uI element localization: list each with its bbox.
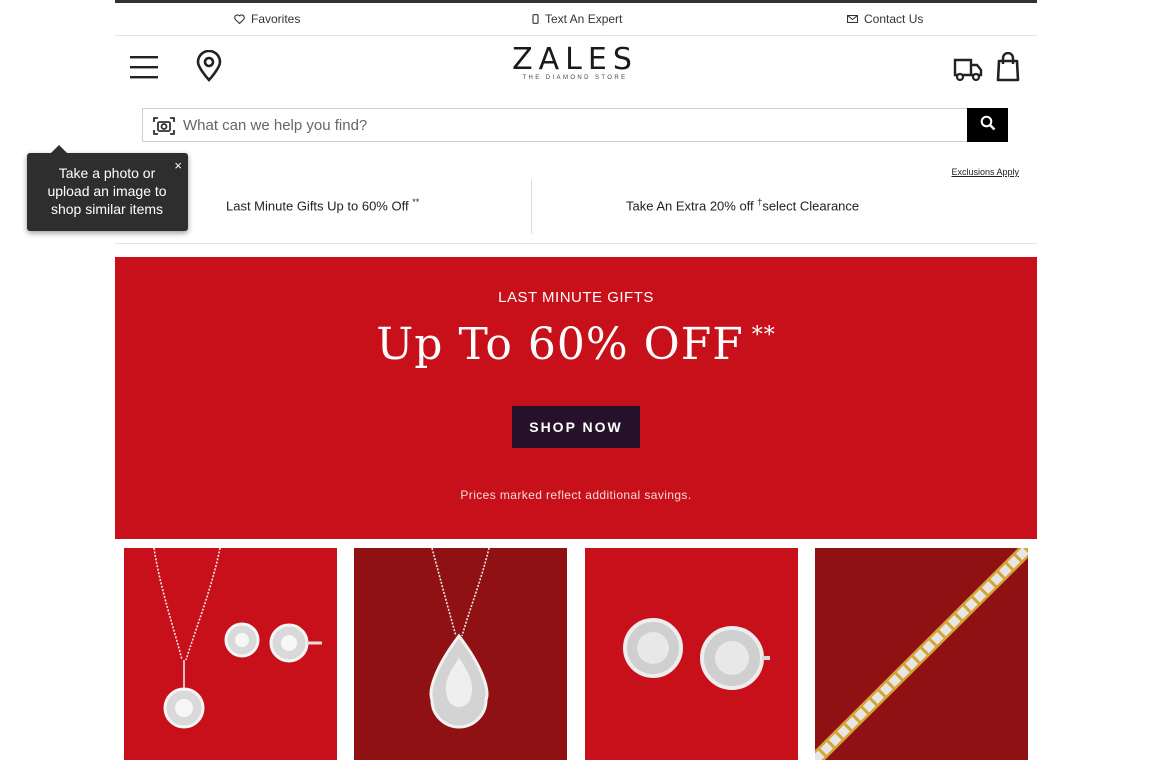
tooltip-text: Take a photo or upload an image to shop … (47, 165, 167, 217)
logo-wordmark: ZALES (512, 42, 638, 77)
tennis-bracelet-image[interactable] (815, 548, 1028, 760)
text-expert-link[interactable]: Text An Expert (532, 12, 622, 26)
page: Favorites Text An Expert Contact Us ZALE… (115, 0, 1037, 768)
promo-1-mark: ** (412, 197, 420, 207)
promo-last-minute-gifts[interactable]: Last Minute Gifts Up to 60% Off ** (226, 197, 419, 213)
promo-strip: Last Minute Gifts Up to 60% Off ** Take … (115, 180, 1037, 235)
promo-1-text: Last Minute Gifts Up to 60% Off (226, 198, 409, 214)
site-header: ZALES THE DIAMOND STORE (115, 36, 1037, 102)
utility-bar: Favorites Text An Expert Contact Us (115, 3, 1037, 36)
search-icon (980, 115, 996, 136)
visual-search-camera-icon[interactable] (153, 116, 175, 136)
necklace-and-earrings-set-image[interactable] (124, 548, 337, 760)
hero-eyebrow: LAST MINUTE GIFTS (498, 289, 654, 306)
phone-icon (532, 14, 539, 24)
heart-icon (234, 14, 245, 24)
hero-banner[interactable]: LAST MINUTE GIFTS Up To 60% OFF ** SHOP N… (115, 257, 1037, 539)
hero-fine-print: Prices marked reflect additional savings… (460, 488, 692, 502)
close-icon[interactable]: × (174, 159, 182, 172)
favorites-label: Favorites (251, 12, 301, 26)
pear-pendant-image[interactable] (354, 548, 567, 760)
delivery-truck-icon[interactable] (953, 56, 983, 82)
shop-now-button[interactable]: SHOP NOW (512, 406, 640, 448)
promo-divider (531, 180, 532, 234)
contact-us-link[interactable]: Contact Us (847, 12, 923, 26)
shopping-bag-icon[interactable] (996, 51, 1020, 82)
store-locator-icon[interactable] (195, 49, 223, 82)
hero-title-mark: ** (751, 323, 776, 348)
promo-extra-20-off[interactable]: Take An Extra 20% off †select Clearance (626, 197, 859, 213)
promo-2-suffix: select Clearance (762, 198, 860, 214)
search-bar (142, 108, 1008, 142)
divider (115, 243, 1037, 244)
stud-earrings-image[interactable] (585, 548, 798, 760)
promo-2-text: Take An Extra 20% off (626, 198, 758, 214)
envelope-icon (847, 15, 858, 23)
contact-us-label: Contact Us (864, 12, 924, 26)
menu-icon[interactable] (129, 52, 159, 82)
visual-search-tooltip: Take a photo or upload an image to shop … (27, 145, 188, 231)
search-input[interactable] (183, 109, 963, 141)
search-button[interactable] (967, 108, 1008, 142)
favorites-link[interactable]: Favorites (234, 12, 300, 26)
text-expert-label: Text An Expert (545, 12, 623, 26)
exclusions-apply-link[interactable]: Exclusions Apply (951, 167, 1019, 177)
zales-logo[interactable]: ZALES THE DIAMOND STORE (495, 44, 655, 88)
hero-title: Up To 60% OFF ** (115, 319, 1037, 370)
hero-title-text: Up To 60% OFF (376, 319, 744, 370)
